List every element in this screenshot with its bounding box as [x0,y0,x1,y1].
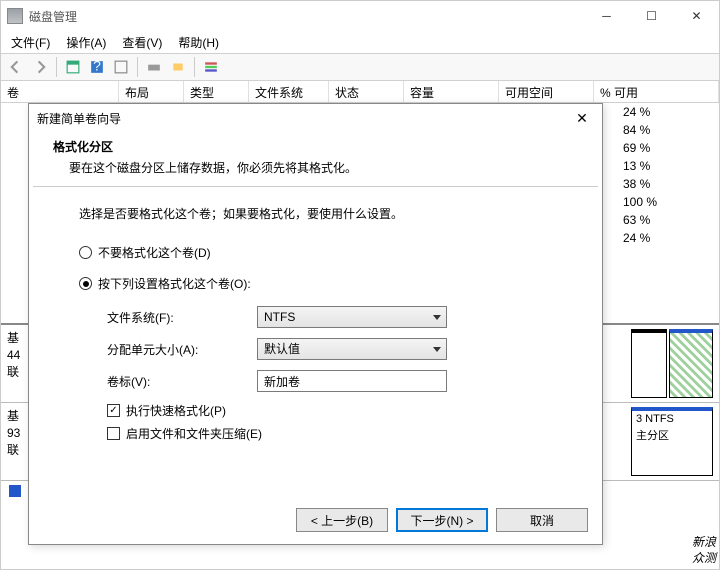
tool-icon-1[interactable] [143,56,165,78]
new-volume-wizard-dialog: 新建简单卷向导 ✕ 格式化分区 要在这个磁盘分区上储存数据，你必须先将其格式化。… [28,103,603,545]
back-button[interactable] [5,56,27,78]
window-title: 磁盘管理 [29,8,584,25]
legend-swatch [9,485,21,497]
checkbox-quick-format[interactable]: ✓ 执行快速格式化(P) [107,402,562,419]
pct-value: 100 % [621,193,711,211]
label-allocation: 分配单元大小(A): [107,341,257,358]
pct-value: 38 % [621,175,711,193]
dialog-subheading: 要在这个磁盘分区上储存数据，你必须先将其格式化。 [53,159,578,176]
radio-icon-selected [79,277,92,290]
dialog-prompt: 选择是否要格式化这个卷；如果要格式化，要使用什么设置。 [79,205,562,222]
pct-value: 13 % [621,157,711,175]
label-volume: 卷标(V): [107,373,257,390]
radio-label: 不要格式化这个卷(D) [98,244,211,261]
checkbox-icon [107,427,120,440]
partition-black[interactable] [631,329,667,398]
svg-text:?: ? [93,60,101,74]
pct-value: 84 % [621,121,711,139]
pct-value: 24 % [621,229,711,247]
list-icon[interactable] [200,56,222,78]
pct-value: 69 % [621,139,711,157]
view-button[interactable] [62,56,84,78]
label-filesystem: 文件系统(F): [107,309,257,326]
dialog-buttons: < 上一步(B) 下一步(N) > 取消 [296,508,588,532]
close-button[interactable]: ✕ [674,1,719,31]
menu-file[interactable]: 文件(F) [5,32,56,53]
col-volume[interactable]: 卷 [1,81,119,102]
next-button[interactable]: 下一步(N) > [396,508,488,532]
col-status[interactable]: 状态 [329,81,404,102]
maximize-button[interactable]: ☐ [629,1,674,31]
dialog-titlebar: 新建简单卷向导 ✕ [29,104,602,132]
menubar: 文件(F) 操作(A) 查看(V) 帮助(H) [1,31,719,53]
column-headers: 卷 布局 类型 文件系统 状态 容量 可用空间 % 可用 [1,81,719,103]
col-capacity[interactable]: 容量 [404,81,499,102]
radio-format[interactable]: 按下列设置格式化这个卷(O): [79,275,562,292]
row-allocation: 分配单元大小(A): 默认值 [107,338,562,360]
back-button[interactable]: < 上一步(B) [296,508,388,532]
input-volume-label[interactable] [257,370,447,392]
separator [137,57,138,77]
dialog-heading: 格式化分区 [53,138,578,155]
app-icon [7,8,23,24]
row-volume-label: 卷标(V): [107,370,562,392]
select-filesystem[interactable]: NTFS [257,306,447,328]
checkbox-compression[interactable]: 启用文件和文件夹压缩(E) [107,425,562,442]
radio-icon [79,246,92,259]
pct-value: 63 % [621,211,711,229]
partition-ntfs[interactable]: 3 NTFS 主分区 [631,407,713,476]
toolbar: ? [1,53,719,81]
partition-hatched[interactable] [669,329,713,398]
radio-no-format[interactable]: 不要格式化这个卷(D) [79,244,562,261]
select-allocation[interactable]: 默认值 [257,338,447,360]
refresh-button[interactable] [110,56,132,78]
separator [56,57,57,77]
help-icon[interactable]: ? [86,56,108,78]
dialog-close-button[interactable]: ✕ [570,106,594,130]
col-pct[interactable]: % 可用 [594,81,719,102]
radio-label: 按下列设置格式化这个卷(O): [98,275,251,292]
cancel-button[interactable]: 取消 [496,508,588,532]
menu-view[interactable]: 查看(V) [116,32,168,53]
col-layout[interactable]: 布局 [119,81,184,102]
dialog-title: 新建简单卷向导 [37,110,570,127]
dialog-header: 格式化分区 要在这个磁盘分区上储存数据，你必须先将其格式化。 [29,132,602,186]
col-free[interactable]: 可用空间 [499,81,594,102]
col-fs[interactable]: 文件系统 [249,81,329,102]
checkbox-label: 执行快速格式化(P) [126,402,226,419]
tool-icon-2[interactable] [167,56,189,78]
menu-help[interactable]: 帮助(H) [172,32,225,53]
pct-value: 24 % [621,103,711,121]
titlebar: 磁盘管理 ─ ☐ ✕ [1,1,719,31]
checkbox-icon-checked: ✓ [107,404,120,417]
row-filesystem: 文件系统(F): NTFS [107,306,562,328]
minimize-button[interactable]: ─ [584,1,629,31]
menu-action[interactable]: 操作(A) [60,32,112,53]
forward-button[interactable] [29,56,51,78]
dialog-body: 选择是否要格式化这个卷；如果要格式化，要使用什么设置。 不要格式化这个卷(D) … [29,187,602,442]
separator [194,57,195,77]
col-type[interactable]: 类型 [184,81,249,102]
checkbox-label: 启用文件和文件夹压缩(E) [126,425,262,442]
pct-column: 24 % 84 % 69 % 13 % 38 % 100 % 63 % 24 % [621,103,711,247]
